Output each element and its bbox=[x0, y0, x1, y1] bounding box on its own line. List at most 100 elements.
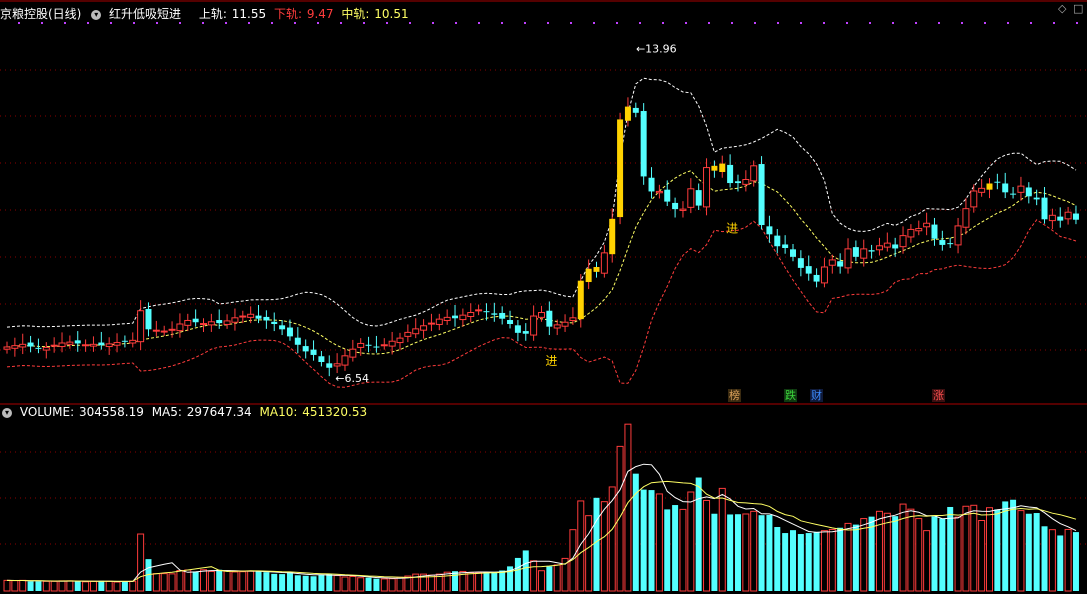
candle-body bbox=[483, 311, 490, 313]
volume-bar bbox=[263, 572, 270, 591]
candle-body bbox=[875, 245, 883, 251]
candle-body bbox=[247, 313, 255, 318]
high-annotation: ←13.96 bbox=[636, 42, 677, 55]
ma5-value: 297647.34 bbox=[186, 405, 252, 419]
price-pane-header: 京粮控股(日线) ▾ 红升低吸短进 上轨: 11.55 下轨: 9.47 中轨:… bbox=[0, 5, 413, 23]
volume-bar bbox=[923, 530, 931, 592]
top-dot-marker bbox=[455, 22, 457, 24]
top-dot-marker bbox=[800, 22, 802, 24]
volume-bar bbox=[711, 513, 718, 591]
candle-body bbox=[341, 355, 349, 366]
candle-body bbox=[310, 349, 317, 355]
candle-body bbox=[585, 268, 592, 283]
volume-bar bbox=[271, 573, 278, 591]
candle-body bbox=[412, 328, 420, 335]
volume-bar bbox=[616, 445, 624, 592]
volume-bar bbox=[499, 570, 506, 591]
volume-bar bbox=[1033, 513, 1040, 591]
volume-bar bbox=[947, 506, 954, 591]
event-marker-list[interactable]: 榜 bbox=[728, 389, 741, 402]
top-dot-marker bbox=[662, 22, 664, 24]
candle-body bbox=[216, 320, 223, 324]
volume-bar bbox=[750, 510, 758, 592]
candle-body bbox=[813, 274, 820, 282]
top-dot-marker bbox=[570, 22, 572, 24]
volume-bar bbox=[310, 576, 317, 591]
candle-body bbox=[797, 258, 804, 268]
candle-body bbox=[600, 252, 608, 274]
top-dot-marker bbox=[524, 22, 526, 24]
volume-pane-header: ▾ VOLUME: 304558.19 MA5: 297647.34 MA10:… bbox=[0, 403, 371, 421]
candle-body bbox=[263, 316, 270, 321]
candle-body bbox=[883, 242, 891, 248]
candle-body bbox=[899, 235, 907, 248]
volume-bar bbox=[302, 575, 309, 591]
volume-bar bbox=[1041, 526, 1048, 591]
low-annotation: ←6.54 bbox=[335, 372, 369, 385]
indicator-name[interactable]: 红升低吸短进 bbox=[109, 7, 181, 21]
candle-body bbox=[105, 343, 113, 348]
candle-body bbox=[742, 179, 750, 185]
volume-bar bbox=[247, 570, 255, 592]
volume-bar bbox=[483, 571, 490, 591]
candle-body bbox=[66, 341, 74, 345]
candle-body bbox=[828, 259, 836, 266]
volume-bar bbox=[860, 518, 868, 592]
volume-bar bbox=[672, 505, 679, 591]
volume-bar bbox=[105, 580, 113, 592]
ma10-value: 451320.53 bbox=[302, 405, 368, 419]
volume-bar bbox=[373, 578, 380, 591]
candle-body bbox=[443, 316, 451, 321]
candle-body bbox=[318, 356, 325, 362]
candle-body bbox=[553, 324, 561, 329]
volume-bar bbox=[1017, 510, 1025, 592]
candle-body bbox=[923, 222, 931, 228]
volume-bar bbox=[664, 509, 671, 591]
candle-body bbox=[1017, 185, 1025, 193]
top-dot-marker bbox=[593, 22, 595, 24]
volume-bar bbox=[1010, 499, 1017, 591]
event-marker-finance[interactable]: 财 bbox=[810, 389, 823, 402]
volume-bar bbox=[624, 423, 632, 592]
candle-body bbox=[1002, 183, 1009, 193]
candle-body bbox=[58, 342, 66, 348]
volume-bar bbox=[223, 570, 231, 592]
candle-body bbox=[427, 322, 435, 325]
volume-bar bbox=[27, 581, 34, 591]
candle-body bbox=[388, 340, 396, 347]
volume-bar bbox=[380, 578, 388, 592]
volume-bar bbox=[341, 576, 349, 592]
candle-body bbox=[782, 244, 789, 248]
event-marker-rise[interactable]: 涨 bbox=[932, 389, 945, 402]
volume-bar bbox=[388, 578, 396, 592]
mid-band-line bbox=[6, 170, 1077, 355]
candle-body bbox=[27, 342, 34, 347]
kline-chart-svg[interactable]: ←13.96←6.54进进 bbox=[0, 0, 1087, 594]
volume-menu-icon[interactable]: ▾ bbox=[2, 407, 12, 418]
volume-bar bbox=[427, 574, 435, 592]
maximize-icon[interactable]: □ bbox=[1073, 2, 1083, 15]
event-marker-fall[interactable]: 跌 bbox=[784, 389, 797, 402]
indicator-menu-icon[interactable]: ▾ bbox=[91, 9, 102, 20]
stock-title: 京粮控股(日线) bbox=[0, 7, 82, 21]
volume-bar bbox=[66, 580, 74, 592]
candle-body bbox=[1048, 214, 1056, 222]
candle-body bbox=[907, 228, 915, 238]
volume-bar bbox=[121, 581, 128, 591]
volume-bar bbox=[318, 574, 325, 591]
candle-body bbox=[655, 190, 663, 194]
candle-body bbox=[279, 325, 286, 330]
candle-body bbox=[3, 346, 11, 350]
top-dot-marker bbox=[1007, 22, 1009, 24]
candle-body bbox=[672, 202, 679, 210]
candle-body bbox=[42, 346, 50, 351]
candle-body bbox=[89, 343, 97, 347]
top-dot-marker bbox=[432, 22, 434, 24]
top-dot-marker bbox=[501, 22, 503, 24]
candle-body bbox=[994, 181, 1001, 183]
candle-body bbox=[380, 344, 388, 347]
diamond-icon[interactable]: ◇ bbox=[1058, 2, 1066, 15]
candle-body bbox=[805, 266, 812, 274]
candle-body bbox=[820, 266, 828, 284]
candle-body bbox=[711, 165, 718, 171]
